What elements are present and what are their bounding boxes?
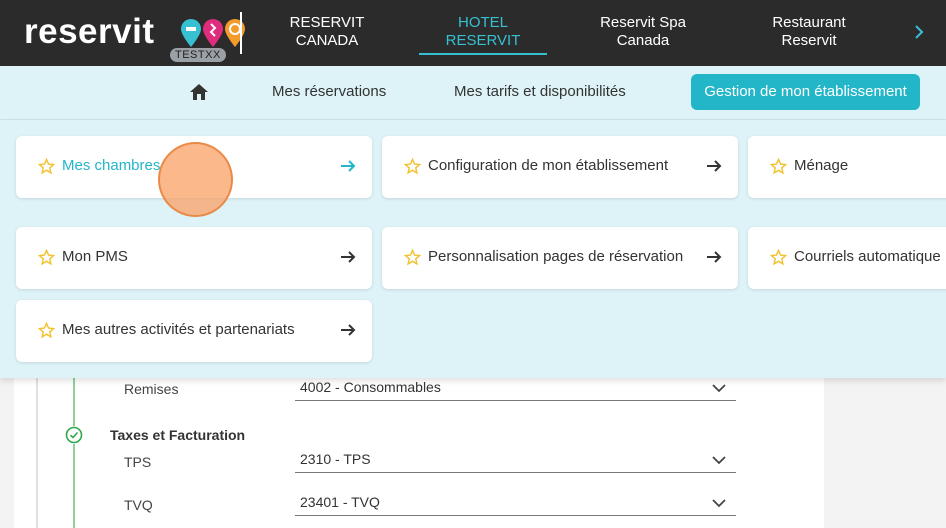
step-line — [73, 378, 75, 528]
menu-card-autres-activites[interactable]: Mes autres activités et partenariats — [16, 300, 372, 362]
arrow-right-icon — [341, 251, 356, 263]
remises-label: Remises — [124, 381, 179, 397]
check-circle-icon — [65, 426, 83, 444]
chevron-right-icon[interactable] — [908, 18, 932, 46]
star-icon[interactable] — [770, 158, 787, 175]
chevron-down-icon — [712, 499, 726, 508]
chevron-down-icon — [712, 384, 726, 393]
nav-reservit-spa-canada[interactable]: Reservit Spa Canada — [568, 14, 718, 50]
logo-divider — [240, 12, 242, 54]
spa-pin-icon — [203, 19, 223, 47]
menu-card-courriels[interactable]: Courriels automatique — [748, 227, 946, 289]
sub-nav: Mes réservations Mes tarifs et disponibi… — [0, 66, 946, 120]
menu-card-menage[interactable]: Ménage — [748, 136, 946, 198]
logo-pins — [156, 18, 248, 52]
tps-select[interactable]: 2310 - TPS — [295, 449, 736, 473]
environment-badge: TESTXX — [170, 48, 226, 62]
menu-card-label: Courriels automatique — [794, 248, 941, 265]
subnav-mes-reservations[interactable]: Mes réservations — [272, 83, 386, 100]
tvq-label: TVQ — [124, 497, 153, 513]
tvq-value: 23401 - TVQ — [300, 494, 380, 510]
remises-value: 4002 - Consommables — [300, 379, 441, 395]
menu-card-label: Mes chambres — [62, 157, 161, 174]
section-title-taxes: Taxes et Facturation — [110, 427, 246, 443]
nav-restaurant-reservit[interactable]: Restaurant Reservit — [734, 14, 884, 50]
tvq-select[interactable]: 23401 - TVQ — [295, 492, 736, 516]
logo-text: reservit — [24, 12, 155, 51]
menu-card-label: Mon PMS — [62, 248, 128, 265]
remises-select[interactable]: 4002 - Consommables — [295, 377, 736, 401]
star-icon[interactable] — [38, 322, 55, 339]
subnav-mes-tarifs[interactable]: Mes tarifs et disponibilités — [454, 83, 626, 100]
chevron-down-icon — [712, 456, 726, 465]
menu-card-mon-pms[interactable]: Mon PMS — [16, 227, 372, 289]
star-icon[interactable] — [404, 158, 421, 175]
home-icon[interactable] — [189, 82, 209, 102]
arrow-right-icon — [341, 324, 356, 336]
star-icon[interactable] — [770, 249, 787, 266]
menu-card-label: Personnalisation pages de réservation — [428, 248, 684, 265]
click-indicator — [158, 142, 233, 217]
arrow-right-icon — [707, 160, 722, 172]
menu-card-label: Ménage — [794, 157, 849, 174]
tps-label: TPS — [124, 454, 152, 470]
nav-hotel-reservit[interactable]: HOTEL RESERVIT — [408, 14, 558, 55]
arrow-right-icon — [341, 160, 356, 172]
star-icon[interactable] — [404, 249, 421, 266]
restaurant-pin-icon — [225, 19, 245, 47]
top-bar: reservit TESTXX RESERVIT CANADA HOTEL RESE… — [0, 0, 946, 66]
nav-reservit-canada[interactable]: RESERVIT CANADA — [252, 14, 402, 50]
menu-card-configuration[interactable]: Configuration de mon établissement — [382, 136, 738, 198]
tps-value: 2310 - TPS — [300, 451, 371, 467]
star-icon[interactable] — [38, 249, 55, 266]
star-icon[interactable] — [38, 158, 55, 175]
bed-pin-icon — [181, 19, 201, 47]
arrow-right-icon — [707, 251, 722, 263]
menu-panel: Mes chambres Configuration de mon établi… — [0, 120, 946, 378]
menu-card-personnalisation[interactable]: Personnalisation pages de réservation — [382, 227, 738, 289]
subnav-gestion-etablissement-button[interactable]: Gestion de mon établissement — [691, 74, 920, 110]
menu-card-label: Mes autres activités et partenariats — [62, 321, 295, 338]
form-rail — [36, 378, 38, 528]
menu-card-label: Configuration de mon établissement — [428, 157, 669, 174]
